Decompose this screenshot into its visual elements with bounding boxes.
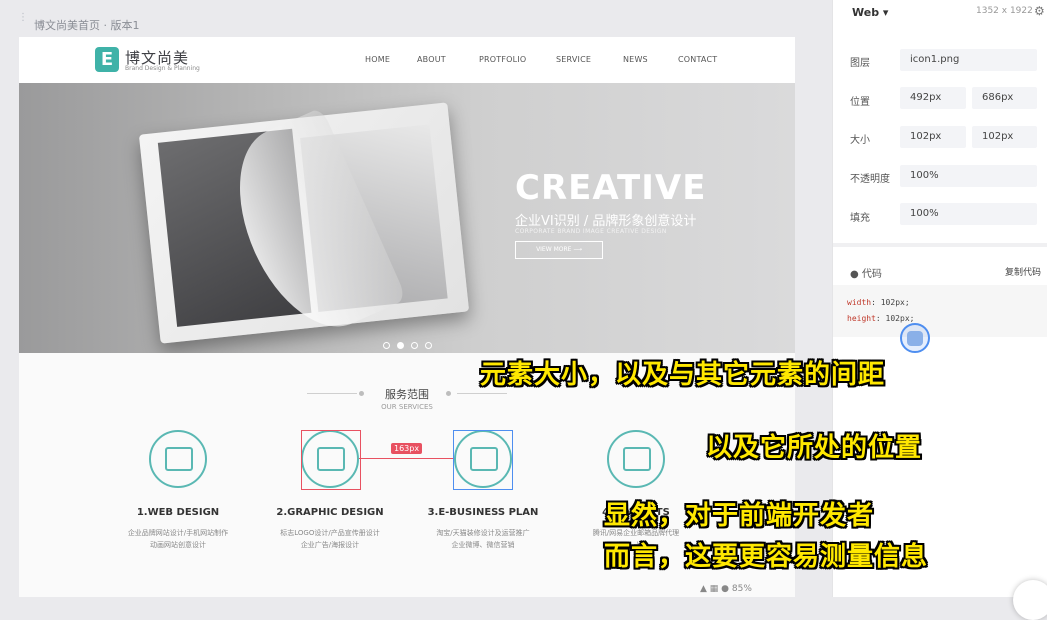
measure-line (359, 458, 453, 459)
panel-header: Web ▾ 1352 x 1922 ⚙ (833, 0, 1047, 24)
magazine-image (138, 102, 470, 348)
layer-field[interactable]: icon1.png (900, 49, 1037, 71)
hero-subtitle: 企业VI识别 / 品牌形象创意设计 (515, 214, 697, 229)
service-card: 1.WEB DESIGN 企业品牌网站设计/手机网站制作 动画网站创意设计 (103, 430, 253, 551)
document-title: 博文尚美首页 · 版本1 (34, 19, 140, 32)
pager-dot[interactable] (425, 342, 432, 349)
prop-label-layer: 图层 (850, 58, 870, 69)
copy-code-button[interactable]: 复制代码 (1005, 265, 1041, 278)
opacity-field[interactable]: 100% (900, 165, 1037, 187)
selection-box (301, 430, 361, 490)
nav-contact[interactable]: CONTACT (678, 55, 717, 64)
hero-tagline: CORPORATE BRAND IMAGE CREATIVE DESIGN (515, 228, 667, 235)
drag-handle-icon[interactable]: ⋮ (18, 13, 28, 28)
service-desc: 淘宝/天猫装修设计及运营推广 企业微博、微信营销 (436, 529, 530, 549)
pager-dot[interactable] (383, 342, 390, 349)
scroll-button[interactable] (1013, 580, 1047, 620)
position-y-field[interactable]: 686px (972, 87, 1037, 109)
code-line: width: 102px; (847, 298, 910, 307)
width-field[interactable]: 102px (900, 126, 966, 148)
logo-mark-icon: E (95, 47, 119, 72)
subtitle-caption: 元素大小，以及与其它元素的间距 (480, 360, 886, 390)
mail-icon[interactable] (607, 430, 665, 488)
hover-box (453, 430, 513, 490)
nav-about[interactable]: ABOUT (417, 55, 446, 64)
service-name: 2.GRAPHIC DESIGN (276, 507, 384, 518)
hero-title: CREATIVE (515, 168, 707, 208)
code-section-title: ● 代码 (850, 269, 882, 280)
fill-field[interactable]: 100% (900, 203, 1037, 225)
canvas-size: 1352 x 1922 (976, 6, 1033, 16)
service-name: 1.WEB DESIGN (136, 507, 220, 518)
service-desc: 企业品牌网站设计/手机网站制作 动画网站创意设计 (127, 529, 229, 549)
hero-banner: CREATIVE 企业VI识别 / 品牌形象创意设计 CORPORATE BRA… (19, 83, 795, 353)
position-x-field[interactable]: 492px (900, 87, 966, 109)
prop-label-fill: 填充 (850, 213, 870, 224)
nav-home[interactable]: HOME (365, 55, 390, 64)
services-subtitle: OUR SERVICES (381, 403, 433, 411)
editor-topbar: ⋮ 博文尚美首页 · 版本1 (0, 0, 832, 36)
prop-label-size: 大小 (850, 135, 870, 146)
prop-label-opacity: 不透明度 (850, 174, 890, 185)
nav-portfolio[interactable]: PROTFOLIO (479, 55, 526, 64)
logo-sub: Brand Design & Planning (125, 65, 200, 72)
monitor-icon[interactable] (149, 430, 207, 488)
height-field[interactable]: 102px (972, 126, 1037, 148)
view-more-button[interactable]: VIEW MORE ⟶ (515, 241, 603, 259)
panel-separator (833, 243, 1047, 247)
measure-distance: 163px (391, 443, 423, 454)
carousel-pager[interactable] (383, 334, 439, 353)
zoom-indicator[interactable]: ▲ ▦ ● 85% (700, 584, 752, 594)
subtitle-caption: 以及它所处的位置 (706, 433, 923, 463)
nav-news[interactable]: NEWS (623, 55, 648, 64)
subtitle-caption: 而言，这要更容易测量信息 (604, 542, 929, 572)
nav-service[interactable]: SERVICE (556, 55, 591, 64)
service-desc: 标志LOGO设计/产品宣传册设计 企业广告/海报设计 (280, 529, 380, 549)
platform-select[interactable]: Web ▾ (852, 6, 888, 19)
site-header: E 博文尚美 Brand Design & Planning HOME ABOU… (19, 37, 795, 83)
pager-dot-active[interactable] (397, 342, 404, 349)
service-name: 3.E-BUSINESS PLAN (427, 507, 539, 518)
pager-dot[interactable] (411, 342, 418, 349)
service-card: 4.MA…ENTS 腾讯/网易企业邮箱品牌代理 …发 (561, 430, 711, 551)
gear-icon[interactable]: ⚙ (1034, 4, 1045, 18)
prop-label-position: 位置 (850, 97, 870, 108)
code-block: width: 102px; height: 102px; (833, 285, 1047, 337)
code-line: height: 102px; (847, 314, 915, 323)
subtitle-caption: 显然，对于前端开发者 (604, 501, 875, 531)
cursor-icon (907, 331, 923, 346)
